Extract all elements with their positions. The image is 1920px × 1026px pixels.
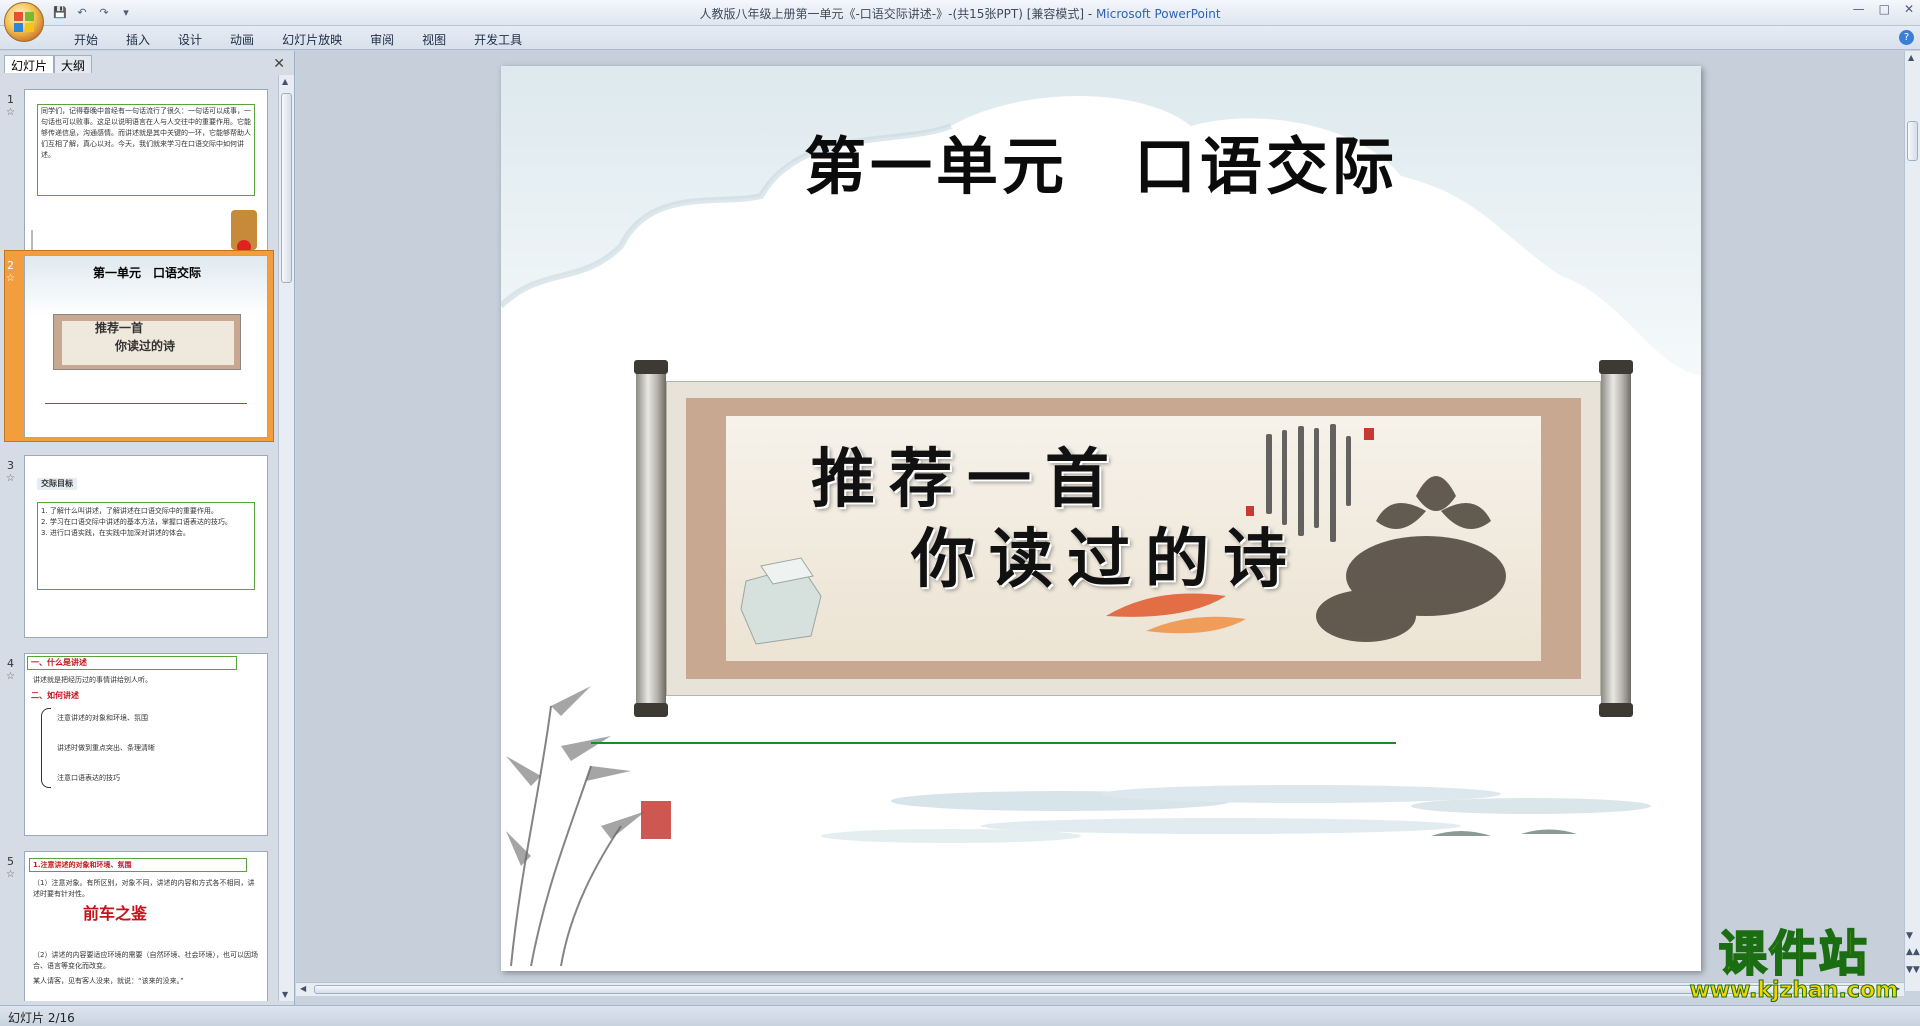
list-item: 注意讲述的对象和环境、氛围 xyxy=(57,714,148,722)
list-item: 1. 了解什么叫讲述，了解讲述在口语交际中的重要作用。 xyxy=(41,507,218,515)
scroll-up-icon[interactable]: ▲ xyxy=(282,77,288,86)
current-slide[interactable]: 第一单元 口语交际 推荐一首 你读过的诗 xyxy=(501,66,1701,971)
slide-thumb-image: 一、什么是讲述 讲述就是把经历过的事情讲给别人听。 二、如何讲述 注意讲述的对象… xyxy=(24,653,268,836)
scrollbar-thumb[interactable] xyxy=(281,93,292,283)
tab-slideshow[interactable]: 幻灯片放映 xyxy=(268,29,356,50)
close-window-icon[interactable]: ✕ xyxy=(1904,2,1914,16)
thumb-heading: 交际目标 xyxy=(37,478,77,490)
thumb-paragraph: （2）讲述的内容要适应环境的需要（自然环境、社会环境），也可以因场合、语言等变化… xyxy=(33,951,258,970)
slide-horizontal-scrollbar[interactable]: ◀ ▶ xyxy=(296,982,1904,996)
watermark-url: www.kjzhan.com xyxy=(1689,978,1899,1003)
animation-star-icon: ☆ xyxy=(6,273,15,284)
slide-editing-area: 第一单元 口语交际 推荐一首 你读过的诗 xyxy=(296,51,1904,991)
help-icon[interactable]: ? xyxy=(1899,30,1914,45)
maximize-icon[interactable]: □ xyxy=(1879,2,1890,16)
minimize-icon[interactable]: — xyxy=(1853,2,1865,16)
scroll-left-icon[interactable]: ◀ xyxy=(300,984,306,993)
thumb-heading: 1.注意讲述的对象和环境、氛围 xyxy=(33,861,132,869)
thumb-big-text: 前车之鉴 xyxy=(83,904,148,923)
scroll-roller-right xyxy=(1599,360,1633,717)
thumb-paragraph: 同学们，记得春晚中曾经有一句话流行了很久：一句话可以成事，一句话也可以败事。这足… xyxy=(41,107,251,159)
slide-thumb-image: 同学们，记得春晚中曾经有一句话流行了很久：一句话可以成事，一句话也可以败事。这足… xyxy=(24,89,268,272)
animation-star-icon: ☆ xyxy=(6,107,15,118)
animation-star-icon: ☆ xyxy=(6,473,15,484)
green-rule xyxy=(45,403,247,404)
slide-title[interactable]: 第一单元 口语交际 xyxy=(501,116,1701,206)
slide-thumb-image: 交际目标 1. 了解什么叫讲述，了解讲述在口语交际中的重要作用。 2. 学习在口… xyxy=(24,455,268,638)
tab-design[interactable]: 设计 xyxy=(164,29,216,50)
brace-icon xyxy=(41,708,51,788)
slide-number: 4 xyxy=(7,657,14,670)
thumb-list: 1. 了解什么叫讲述，了解讲述在口语交际中的重要作用。 2. 学习在口语交际中讲… xyxy=(41,506,251,539)
slide-vertical-scrollbar[interactable]: ▲ ▼ ▲▲ ▼▼ xyxy=(1904,51,1920,991)
thumb-paragraph: （1）注意对象。有所区别，对象不同，讲述的内容和方式各不相同，讲述时要有针对性。 xyxy=(33,879,255,898)
slide-thumb-image: 1.注意讲述的对象和环境、氛围 （1）注意对象。有所区别，对象不同，讲述的内容和… xyxy=(24,851,268,1001)
thumb-heading: 二、如何讲述 xyxy=(31,691,79,700)
thumb-heading: 一、什么是讲述 xyxy=(31,658,87,667)
slide-thumb-image: 第一单元 口语交际 推荐一首 你读过的诗 xyxy=(24,255,268,438)
tab-view[interactable]: 视图 xyxy=(408,29,460,50)
watermark-logo: 课件站 www.kjzhan.com xyxy=(1689,926,1899,1003)
scrollbar-thumb[interactable] xyxy=(314,985,1874,994)
slide-number: 3 xyxy=(7,459,14,472)
scroll-up-icon[interactable]: ▲ xyxy=(1908,53,1914,62)
scroll-roller-left xyxy=(634,360,668,717)
thumb-desc: 讲述就是把经历过的事情讲给别人听。 xyxy=(33,676,152,684)
tab-home[interactable]: 开始 xyxy=(60,29,112,50)
window-title-app: Microsoft PowerPoint xyxy=(1096,7,1221,21)
thumb-line-2: 你读过的诗 xyxy=(115,339,176,353)
tab-insert[interactable]: 插入 xyxy=(112,29,164,50)
slide-thumbnail-list: 1 ☆ 同学们，记得春晚中曾经有一句话流行了很久：一句话可以成事，一句话也可以败… xyxy=(0,75,278,1001)
slide-poem-line-1[interactable]: 推荐一首 xyxy=(811,428,1123,520)
window-title-doc: 人教版八年级上册第一单元《-口语交际讲述-》-(共15张PPT) [兼容模式] … xyxy=(699,7,1097,21)
tab-outline[interactable]: 大纲 xyxy=(54,55,93,73)
thumb-title: 第一单元 口语交际 xyxy=(92,266,201,280)
tab-slides[interactable]: 幻灯片 xyxy=(4,55,55,73)
slide-counter: 幻灯片 2/16 xyxy=(8,1011,75,1025)
next-slide-icon[interactable]: ▼▼ xyxy=(1906,965,1920,975)
ribbon-tabs: 开始 插入 设计 动画 幻灯片放映 审阅 视图 开发工具 ? xyxy=(0,26,1920,50)
tab-developer[interactable]: 开发工具 xyxy=(460,29,536,50)
animation-star-icon: ☆ xyxy=(6,869,15,880)
office-button[interactable] xyxy=(4,2,44,42)
animation-star-icon: ☆ xyxy=(6,671,15,682)
scroll-down-icon[interactable]: ▼ xyxy=(1906,931,1913,941)
scrollbar-thumb[interactable] xyxy=(1907,121,1918,161)
slide-poem-line-2[interactable]: 你读过的诗 xyxy=(911,508,1301,600)
tab-animations[interactable]: 动画 xyxy=(216,29,268,50)
status-bar: 幻灯片 2/16 xyxy=(0,1005,1920,1025)
watermark-title: 课件站 xyxy=(1718,926,1869,982)
slide-number: 5 xyxy=(7,855,14,868)
slide-number: 1 xyxy=(7,93,14,106)
office-logo-icon xyxy=(14,12,34,32)
thumb-paragraph: 某人请客，见有客人没来，就说：“该来的没来。” xyxy=(33,977,184,985)
green-rule xyxy=(591,742,1396,744)
previous-slide-icon[interactable]: ▲▲ xyxy=(1906,947,1920,957)
list-item: 注意口语表达的技巧 xyxy=(57,774,120,782)
slides-panel: 幻灯片 大纲 ✕ 1 ☆ 同学们，记得春晚中曾经有一句话流行了很久：一句话可以成… xyxy=(0,51,295,1006)
tab-review[interactable]: 审阅 xyxy=(356,29,408,50)
window-controls: — □ ✕ xyxy=(1853,2,1914,16)
scroll-down-icon[interactable]: ▼ xyxy=(282,990,288,999)
list-item: 3. 进行口语实践，在实践中加深对讲述的体会。 xyxy=(41,529,190,537)
title-bar: 💾 ↶ ↷ ▾ 人教版八年级上册第一单元《-口语交际讲述-》-(共15张PPT)… xyxy=(0,0,1920,26)
window-title: 人教版八年级上册第一单元《-口语交际讲述-》-(共15张PPT) [兼容模式] … xyxy=(0,5,1920,22)
slide-number: 2 xyxy=(7,259,14,272)
list-item: 讲述时做到重点突出、条理清晰 xyxy=(57,744,155,752)
thumbnail-scrollbar[interactable]: ▲ ▼ xyxy=(278,75,294,1001)
thumb-line-1: 推荐一首 xyxy=(95,321,144,335)
list-item: 2. 学习在口语交际中讲述的基本方法，掌握口语表达的技巧。 xyxy=(41,518,232,526)
close-panel-icon[interactable]: ✕ xyxy=(273,56,285,72)
